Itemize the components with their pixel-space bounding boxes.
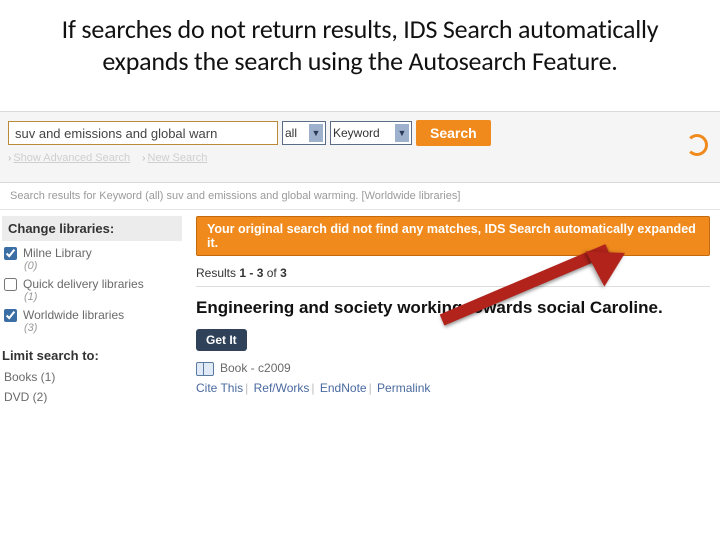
change-libraries-header: Change libraries: xyxy=(2,216,182,241)
results-main: Your original search did not find any ma… xyxy=(190,210,720,415)
library-option[interactable]: Milne Library xyxy=(2,241,182,260)
permalink-link[interactable]: Permalink xyxy=(377,381,430,395)
endnote-link[interactable]: EndNote xyxy=(320,381,367,395)
new-search-link[interactable]: ›New Search xyxy=(142,152,207,164)
scope-select[interactable]: all ▼ xyxy=(282,121,326,145)
results-crumb: Search results for Keyword (all) suv and… xyxy=(0,183,720,210)
library-name: Milne Library xyxy=(23,246,92,260)
cite-link[interactable]: Cite This xyxy=(196,381,243,395)
library-checkbox[interactable] xyxy=(4,247,17,260)
search-input[interactable] xyxy=(8,121,278,145)
divider xyxy=(196,286,710,287)
limit-search-header: Limit search to: xyxy=(2,344,182,367)
search-bar-region: all ▼ Keyword ▼ Search ›Show Advanced Sear… xyxy=(0,111,720,183)
slide-title: If searches do not return results, IDS S… xyxy=(0,0,720,85)
field-value: Keyword xyxy=(333,126,380,140)
facet-sidebar: Change libraries: Milne Library (0) Quic… xyxy=(0,210,190,415)
library-option[interactable]: Quick delivery libraries xyxy=(2,272,182,291)
library-count: (0) xyxy=(24,260,182,272)
get-it-button[interactable]: Get It xyxy=(196,329,247,351)
format-label: Book - c2009 xyxy=(220,361,291,375)
scope-value: all xyxy=(285,126,297,140)
library-checkbox[interactable] xyxy=(4,309,17,322)
chevron-down-icon: ▼ xyxy=(395,124,409,142)
results-count: Results 1 - 3 of 3 xyxy=(196,266,710,280)
screenshot-region: all ▼ Keyword ▼ Search ›Show Advanced Sear… xyxy=(0,111,720,415)
result-title[interactable]: Engineering and society working towards … xyxy=(196,297,710,318)
result-action-links: Cite This| Ref/Works| EndNote| Permalink xyxy=(196,381,710,395)
library-option[interactable]: Worldwide libraries xyxy=(2,303,182,322)
facet-item[interactable]: DVD (2) xyxy=(2,387,182,407)
search-button[interactable]: Search xyxy=(416,120,491,146)
refworks-link[interactable]: Ref/Works xyxy=(254,381,310,395)
library-count: (1) xyxy=(24,291,182,303)
chevron-down-icon: ▼ xyxy=(309,124,323,142)
library-checkbox[interactable] xyxy=(4,278,17,291)
autosearch-banner: Your original search did not find any ma… xyxy=(196,216,710,256)
library-count: (3) xyxy=(24,322,182,334)
chevron-right-icon: › xyxy=(8,153,11,164)
library-name: Worldwide libraries xyxy=(23,308,124,322)
show-advanced-link[interactable]: ›Show Advanced Search xyxy=(8,152,130,164)
facet-item[interactable]: Books (1) xyxy=(2,367,182,387)
field-select[interactable]: Keyword ▼ xyxy=(330,121,412,145)
book-icon xyxy=(196,362,214,374)
library-name: Quick delivery libraries xyxy=(23,277,144,291)
chevron-right-icon: › xyxy=(142,153,145,164)
